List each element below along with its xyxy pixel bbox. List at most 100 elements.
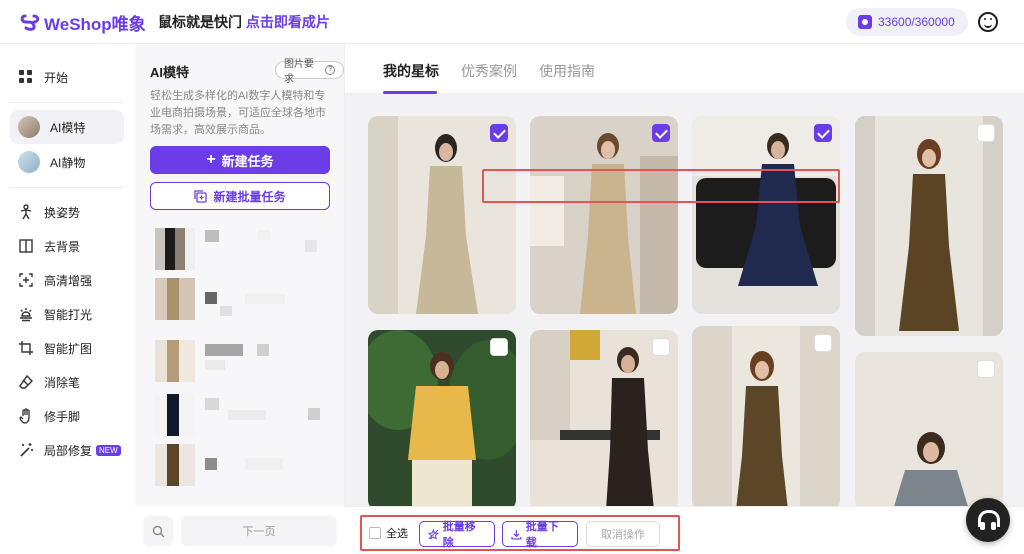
sidebar-divider bbox=[10, 102, 124, 103]
gallery-card[interactable] bbox=[530, 116, 678, 314]
gallery-card[interactable] bbox=[530, 330, 678, 506]
select-checkbox[interactable] bbox=[652, 124, 670, 142]
grid-icon bbox=[19, 70, 32, 83]
dress-shape bbox=[894, 470, 968, 506]
eraser-icon bbox=[19, 374, 33, 389]
new-task-button[interactable]: + 新建任务 bbox=[150, 146, 330, 174]
pose-icon bbox=[20, 204, 32, 220]
sidebar-item-pose[interactable]: 换姿势 bbox=[10, 195, 124, 229]
req-label: 图片要求 bbox=[284, 59, 314, 85]
select-checkbox[interactable] bbox=[652, 338, 670, 356]
download-icon bbox=[511, 529, 522, 540]
tab-guide[interactable]: 使用指南 bbox=[539, 61, 595, 81]
select-checkbox[interactable] bbox=[814, 334, 832, 352]
gallery-card[interactable] bbox=[368, 330, 516, 506]
slogan-part-2: 点击即看成片 bbox=[245, 14, 330, 30]
help-icon: ? bbox=[325, 65, 335, 75]
new-badge: NEW bbox=[96, 444, 121, 456]
sidebar-item-expand[interactable]: 智能扩图 bbox=[10, 331, 124, 365]
still-thumb-icon bbox=[18, 151, 40, 173]
new-batch-task-button[interactable]: 新建批量任务 bbox=[150, 182, 330, 210]
sidebar-item-ai-still[interactable]: AI静物 bbox=[10, 145, 124, 179]
unstar-icon bbox=[428, 528, 439, 539]
sidebar-item-label: 局部修复 bbox=[44, 443, 93, 458]
sidebar-item-label: 智能打光 bbox=[44, 307, 93, 322]
brand-logo[interactable]: WeShop唯象 bbox=[20, 9, 146, 35]
sidebar-item-ai-model[interactable]: AI模特 bbox=[10, 110, 124, 144]
batch-action-bar: 全选 批量移除 批量下载 取消操作 bbox=[345, 506, 1024, 554]
history-item[interactable] bbox=[150, 444, 330, 492]
sidebar-item-fix-hands[interactable]: 修手脚 bbox=[10, 399, 124, 433]
gallery-card[interactable] bbox=[368, 116, 516, 314]
select-all-label: 全选 bbox=[386, 528, 408, 540]
next-page-button[interactable]: 下一页 bbox=[181, 516, 337, 546]
select-checkbox[interactable] bbox=[490, 124, 508, 142]
weshop-logo-icon bbox=[20, 14, 40, 31]
sidebar-item-label: AI模特 bbox=[50, 120, 86, 135]
history-item[interactable] bbox=[150, 394, 330, 442]
model-photo-image bbox=[855, 116, 1003, 336]
batch-remove-label: 批量移除 bbox=[442, 521, 476, 549]
batch-download-button[interactable]: 批量下载 bbox=[502, 521, 578, 549]
history-thumbnail bbox=[155, 228, 195, 270]
sidebar-item-start[interactable]: 开始 bbox=[10, 60, 124, 94]
sidebar-divider bbox=[10, 187, 124, 188]
tab-excellent-cases[interactable]: 优秀案例 bbox=[461, 61, 517, 81]
search-icon bbox=[152, 525, 164, 537]
sidebar-item-local-repair[interactable]: 局部修复 NEW bbox=[10, 433, 124, 467]
batch-add-icon bbox=[194, 189, 208, 203]
history-item[interactable] bbox=[150, 228, 330, 276]
brand-name: WeShop唯象 bbox=[44, 14, 146, 34]
select-all-control[interactable]: 全选 bbox=[369, 525, 408, 541]
sidebar-item-label: 去背景 bbox=[44, 239, 81, 254]
sidebar-item-label: 修手脚 bbox=[44, 409, 81, 424]
gallery-card[interactable] bbox=[692, 326, 840, 506]
credits-value: 33600/360000 bbox=[878, 15, 955, 29]
sidebar-item-label: 换姿势 bbox=[44, 205, 81, 220]
top-header: WeShop唯象 鼠标就是快门 点击即看成片 33600/360000 bbox=[0, 0, 1024, 44]
select-checkbox[interactable] bbox=[814, 124, 832, 142]
model-photo-image bbox=[530, 116, 678, 314]
sidebar-item-enhance[interactable]: 高清增强 bbox=[10, 263, 124, 297]
task-panel: AI模特 图片要求 ? 轻松生成多样化的AI数字人模特和专业电商拍摄场景，可适应… bbox=[135, 44, 345, 554]
gallery-card[interactable] bbox=[692, 116, 840, 314]
image-gallery bbox=[345, 94, 1024, 506]
select-all-checkbox[interactable] bbox=[369, 527, 381, 539]
user-avatar-icon[interactable] bbox=[978, 12, 998, 32]
hand-icon bbox=[19, 408, 30, 424]
select-checkbox[interactable] bbox=[977, 360, 995, 378]
remove-bg-icon bbox=[19, 239, 33, 253]
history-item[interactable] bbox=[150, 340, 330, 388]
gallery-card[interactable] bbox=[855, 116, 1003, 336]
select-checkbox[interactable] bbox=[490, 338, 508, 356]
batch-remove-button[interactable]: 批量移除 bbox=[419, 521, 495, 549]
tab-my-stars[interactable]: 我的星标 bbox=[383, 61, 439, 81]
select-checkbox[interactable] bbox=[977, 124, 995, 142]
history-thumbnail bbox=[155, 444, 195, 486]
sidebar-item-remove-bg[interactable]: 去背景 bbox=[10, 229, 124, 263]
enhance-icon bbox=[19, 273, 33, 287]
new-task-label: 新建任务 bbox=[221, 153, 274, 169]
sidebar-item-lighting[interactable]: 智能打光 bbox=[10, 297, 124, 331]
plus-icon: + bbox=[206, 151, 216, 168]
credits-badge[interactable]: 33600/360000 bbox=[846, 8, 968, 36]
header-slogan: 鼠标就是快门 点击即看成片 bbox=[158, 12, 330, 32]
sidebar-item-eraser[interactable]: 消除笔 bbox=[10, 365, 124, 399]
model-photo-image bbox=[368, 116, 516, 314]
sidebar-item-label: 消除笔 bbox=[44, 375, 81, 390]
expand-icon bbox=[19, 341, 33, 355]
gallery-card[interactable] bbox=[855, 352, 1003, 506]
model-photo-image bbox=[692, 116, 840, 314]
search-button[interactable] bbox=[143, 516, 173, 546]
history-item[interactable] bbox=[150, 278, 330, 326]
batch-download-label: 批量下载 bbox=[525, 521, 559, 549]
history-thumbnail bbox=[155, 278, 195, 320]
customer-support-icon[interactable] bbox=[966, 498, 1010, 542]
cancel-operation-button[interactable]: 取消操作 bbox=[586, 521, 660, 547]
model-photo-image bbox=[692, 326, 840, 506]
model-thumb-icon bbox=[18, 116, 40, 138]
sidebar-item-label: 智能扩图 bbox=[44, 341, 93, 356]
tab-bar: 我的星标 优秀案例 使用指南 bbox=[345, 44, 1024, 94]
new-batch-task-label: 新建批量任务 bbox=[213, 189, 286, 204]
image-requirements-button[interactable]: 图片要求 ? bbox=[275, 59, 344, 85]
